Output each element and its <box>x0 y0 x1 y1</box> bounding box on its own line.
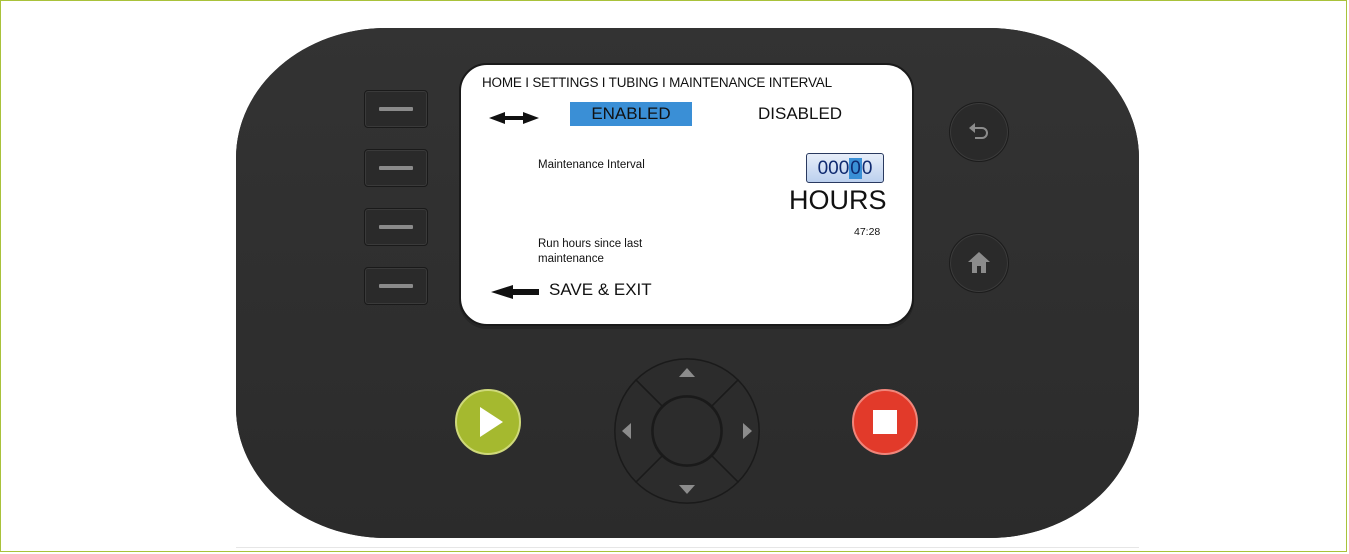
soft-key-bar <box>379 107 413 111</box>
screen-bezel: HOME I SETTINGS I TUBING I MAINTENANCE I… <box>459 63 914 329</box>
back-icon <box>969 123 988 139</box>
save-exit-option[interactable]: SAVE & EXIT <box>549 280 652 300</box>
hours-digit-selected[interactable]: 0 <box>849 158 862 179</box>
soft-key-1[interactable] <box>364 90 428 128</box>
left-right-arrow-icon <box>489 112 539 124</box>
home-button[interactable] <box>949 233 1009 293</box>
soft-key-bar <box>379 225 413 229</box>
soft-key-bar <box>379 284 413 288</box>
soft-key-3[interactable] <box>364 208 428 246</box>
play-icon <box>480 407 503 437</box>
breadcrumb: HOME I SETTINGS I TUBING I MAINTENANCE I… <box>482 75 832 90</box>
device-body: HOME I SETTINGS I TUBING I MAINTENANCE I… <box>236 28 1139 538</box>
display-screen: HOME I SETTINGS I TUBING I MAINTENANCE I… <box>459 63 914 326</box>
hours-input[interactable]: 00000 <box>806 153 884 183</box>
soft-key-4[interactable] <box>364 267 428 305</box>
left-arrow-icon <box>491 285 539 299</box>
soft-key-2[interactable] <box>364 149 428 187</box>
play-button[interactable] <box>455 389 521 455</box>
stop-button[interactable] <box>852 389 918 455</box>
soft-key-bar <box>379 166 413 170</box>
dpad-center-button[interactable] <box>652 396 722 466</box>
hours-unit-label: HOURS <box>789 185 887 215</box>
run-hours-label: Run hours since last maintenance <box>538 238 643 265</box>
option-disabled[interactable]: DISABLED <box>758 102 842 126</box>
dpad <box>614 358 760 504</box>
stop-icon <box>873 410 897 434</box>
option-enabled[interactable]: ENABLED <box>570 102 692 126</box>
maintenance-interval-label: Maintenance Interval <box>538 159 645 171</box>
hours-digits-prefix: 000 <box>817 158 850 179</box>
run-hours-value: 47:28 <box>854 226 881 238</box>
hours-digits-suffix: 0 <box>861 158 873 179</box>
back-button[interactable] <box>949 102 1009 162</box>
divider <box>236 547 1139 548</box>
home-icon <box>968 252 990 273</box>
